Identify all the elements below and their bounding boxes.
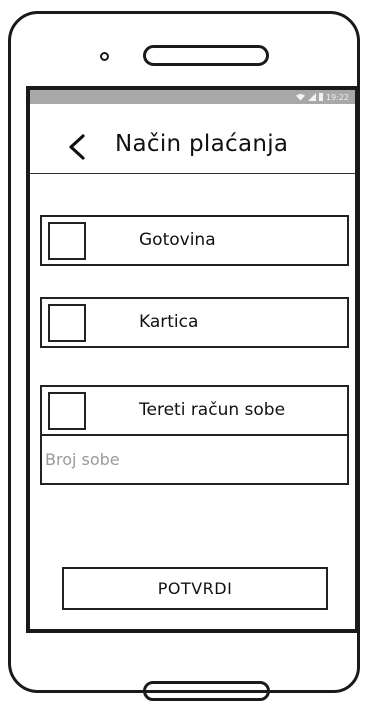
speaker-grille — [143, 45, 269, 66]
payment-option-kartica[interactable]: Kartica — [40, 297, 349, 348]
status-time: 19:22 — [325, 92, 349, 102]
header: Način plaćanja — [30, 104, 355, 174]
checkbox-tereti-racun-sobe[interactable] — [48, 392, 86, 430]
status-icons: 19:22 — [295, 90, 349, 104]
phone-screen: 19:22 Način plaćanja Gotovina Kartica Te… — [26, 86, 359, 633]
room-number-input[interactable] — [40, 434, 349, 485]
payment-option-gotovina[interactable]: Gotovina — [40, 215, 349, 266]
page-title: Način plaćanja — [115, 131, 289, 157]
payment-option-tereti-racun-sobe[interactable]: Tereti račun sobe — [40, 385, 349, 436]
home-button[interactable] — [143, 681, 270, 701]
checkbox-gotovina[interactable] — [48, 222, 86, 260]
battery-icon — [318, 93, 323, 101]
wifi-icon — [295, 93, 305, 101]
option-label-gotovina: Gotovina — [139, 230, 216, 250]
chevron-left-icon[interactable] — [66, 133, 88, 161]
option-label-kartica: Kartica — [139, 312, 199, 332]
camera-icon — [100, 52, 109, 61]
signal-icon — [307, 93, 316, 101]
status-bar: 19:22 — [30, 90, 355, 104]
checkbox-kartica[interactable] — [48, 304, 86, 342]
option-label-tereti-racun-sobe: Tereti račun sobe — [139, 400, 286, 420]
confirm-button[interactable]: POTVRDI — [62, 567, 328, 610]
